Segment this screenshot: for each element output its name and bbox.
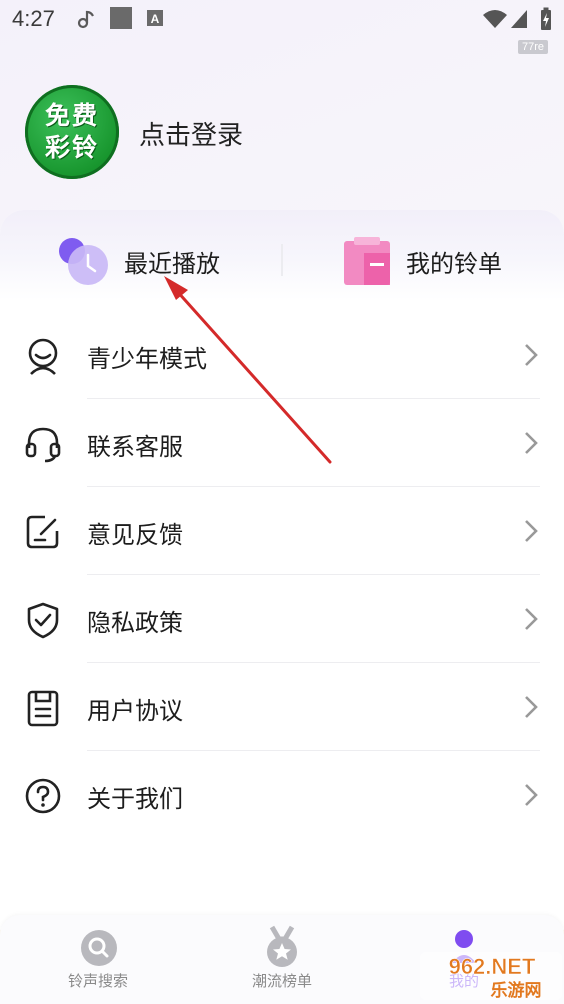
battery-charging-icon [541,7,551,30]
music-note-icon [77,10,94,29]
shield-check-icon [27,602,59,639]
chevron-right-icon [525,696,538,718]
avatar-text-line2: 彩铃 [44,133,99,162]
chevron-right-icon [525,784,538,806]
search-icon [81,930,117,966]
medal-icon [267,925,297,967]
status-time: 4:27 [12,6,55,31]
font-a-icon: A [147,10,163,26]
status-bar: 4:27 A 77re [0,0,564,54]
menu-item-feedback[interactable]: 意见反馈 [0,487,564,575]
my-playlist-label: 我的铃单 [406,249,502,278]
watermark-text-top: 962.NET [449,954,536,979]
menu-item-user-agreement[interactable]: 用户协议 [0,663,564,751]
menu-item-privacy-policy[interactable]: 隐私政策 [0,575,564,663]
feedback-edit-icon [26,515,59,549]
document-icon [27,690,59,727]
my-playlist-button[interactable]: 我的铃单 [342,233,502,289]
quick-divider [281,244,283,276]
recent-play-label: 最近播放 [124,249,220,278]
site-watermark-logo: 962.NET 乐游网 [420,952,562,1001]
avatar[interactable]: 免费 彩铃 [25,85,119,179]
playlist-icon [344,237,390,285]
chevron-right-icon [525,608,538,630]
menu-label: 青少年模式 [87,345,207,373]
menu-label: 用户协议 [87,697,183,725]
menu-label: 意见反馈 [87,521,183,549]
tab-label: 潮流榜单 [251,972,312,990]
recent-play-icon [59,238,108,285]
tab-ringtone-search[interactable]: 铃声搜索 [28,915,168,1004]
wifi-icon [483,10,507,28]
menu-item-teen-mode[interactable]: 青少年模式 [0,311,564,399]
login-link[interactable]: 点击登录 [139,115,243,152]
menu-label: 关于我们 [87,785,183,813]
avatar-text-line1: 免费 [44,101,99,130]
chevron-right-icon [525,520,538,542]
headset-icon [25,427,61,463]
menu-item-about-us[interactable]: 关于我们 [0,751,564,839]
menu-label: 联系客服 [87,433,183,461]
chevron-right-icon [525,432,538,454]
tab-trending-charts[interactable]: 潮流榜单 [212,915,352,1004]
status-badge: 77re [517,40,548,54]
chevron-right-icon [525,344,538,366]
question-circle-icon [25,778,61,814]
square-notification-icon [110,7,132,29]
signal-icon [511,10,527,28]
watermark-text-bottom: 乐游网 [491,980,542,1001]
recent-play-button[interactable]: 最近播放 [58,233,220,289]
tab-label: 铃声搜索 [67,972,128,990]
svg-text:A: A [151,12,160,26]
menu-label: 隐私政策 [87,609,183,637]
menu-item-contact-service[interactable]: 联系客服 [0,399,564,487]
teen-mode-icon [28,338,58,375]
